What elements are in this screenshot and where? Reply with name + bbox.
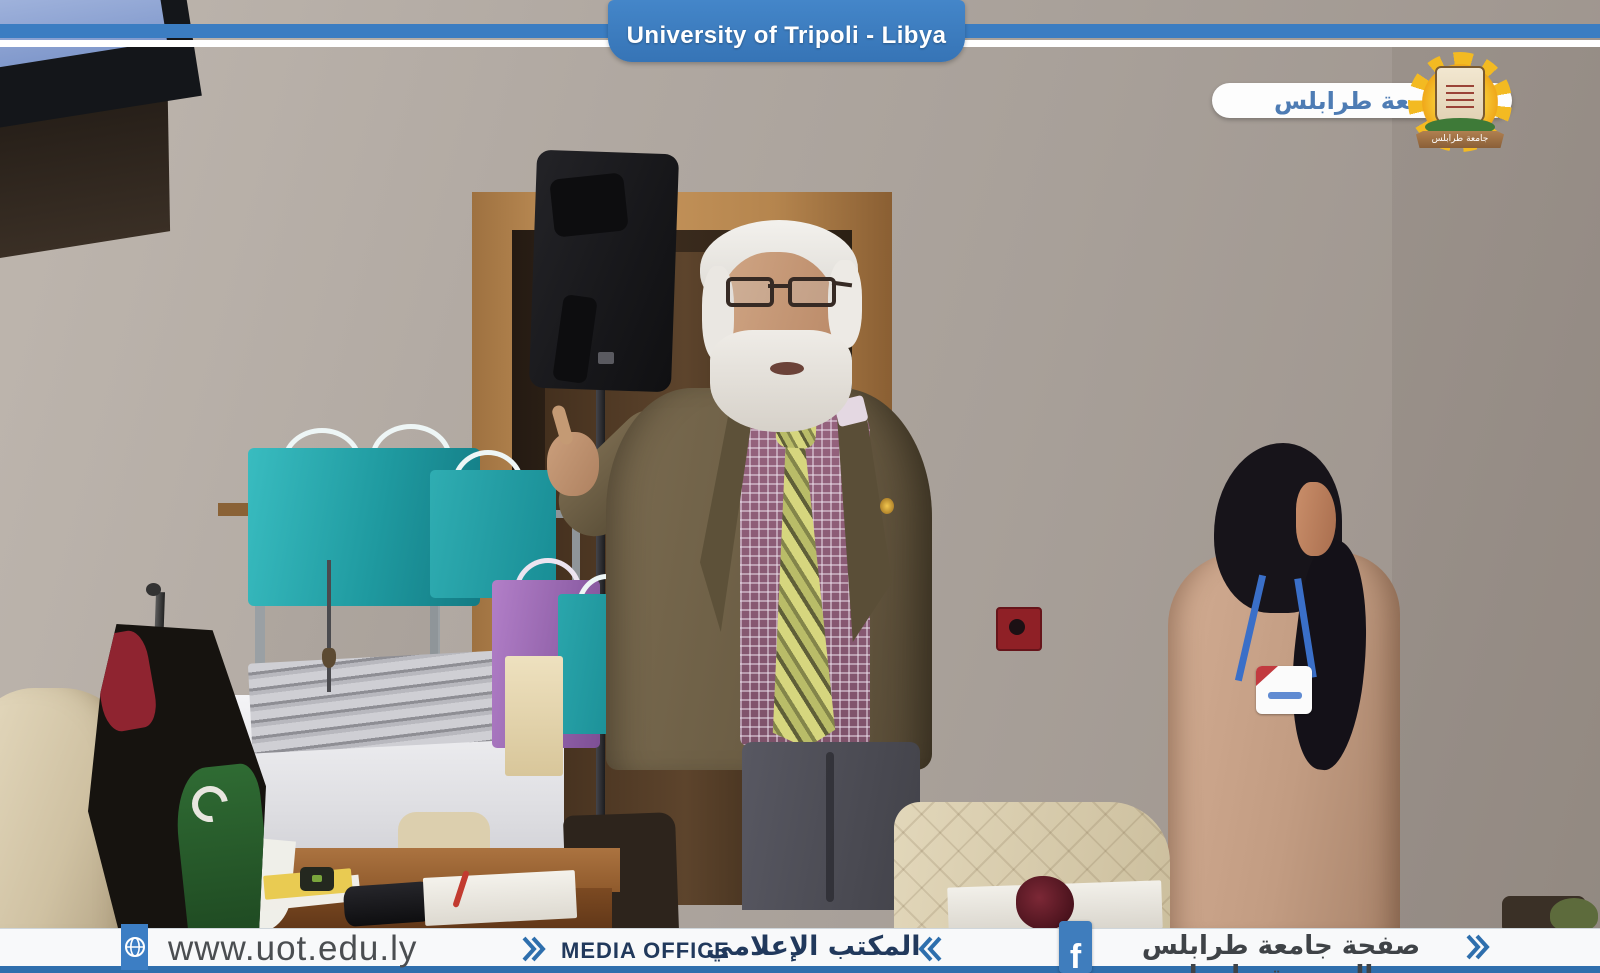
banner-title: University of Tripoli - Libya xyxy=(627,22,947,62)
speaker-grille xyxy=(549,172,629,237)
facebook-f: f xyxy=(1070,941,1081,973)
libya-flag xyxy=(88,624,266,936)
double-chevron-left-icon xyxy=(916,934,944,964)
flag-red-stripe xyxy=(90,628,160,734)
title-banner: University of Tripoli - Libya xyxy=(608,0,965,62)
key-fob xyxy=(300,867,334,891)
id-badge xyxy=(1256,666,1312,714)
media-office-label-en: MEDIA OFFICE xyxy=(561,938,730,964)
gift-bag-cream xyxy=(505,656,563,776)
university-emblem: جامعة طرابلس xyxy=(1408,52,1512,152)
speaker-beard xyxy=(710,330,852,432)
lapel-pin xyxy=(880,498,894,514)
fire-alarm-box xyxy=(996,607,1042,651)
plant xyxy=(1550,898,1598,932)
double-chevron-right-icon xyxy=(520,934,548,964)
facebook-page-title: صفحة جامعة طرابلس الرسمية - ليبيا xyxy=(1100,931,1462,973)
stand-leg xyxy=(327,560,331,692)
eyeglasses-bridge xyxy=(768,284,790,288)
eyeglasses xyxy=(788,277,836,307)
emblem-ribbon: جامعة طرابلس xyxy=(1416,131,1504,148)
emblem-inscription xyxy=(1446,80,1474,108)
speaker-hand xyxy=(547,432,599,496)
facebook-icon: f xyxy=(1059,921,1092,973)
flag-pole-finial xyxy=(146,583,161,596)
photo-frame: University of Tripoli - Libya جامعة طراب… xyxy=(0,0,1600,973)
speaker-logo xyxy=(598,352,614,364)
globe-icon xyxy=(121,924,148,970)
speaker-mouth xyxy=(770,362,804,375)
eyeglasses xyxy=(726,277,774,307)
flag-green-stripe xyxy=(171,762,274,940)
media-office-label-ar: المكتب الإعلامي xyxy=(706,931,921,962)
stand-weight xyxy=(322,648,336,668)
papers xyxy=(423,870,577,926)
black-case xyxy=(343,881,434,927)
wall-shading xyxy=(1392,47,1600,928)
website-url: www.uot.edu.ly xyxy=(168,929,417,969)
attendee-face xyxy=(1296,482,1336,556)
double-chevron-right-icon xyxy=(1464,932,1492,962)
